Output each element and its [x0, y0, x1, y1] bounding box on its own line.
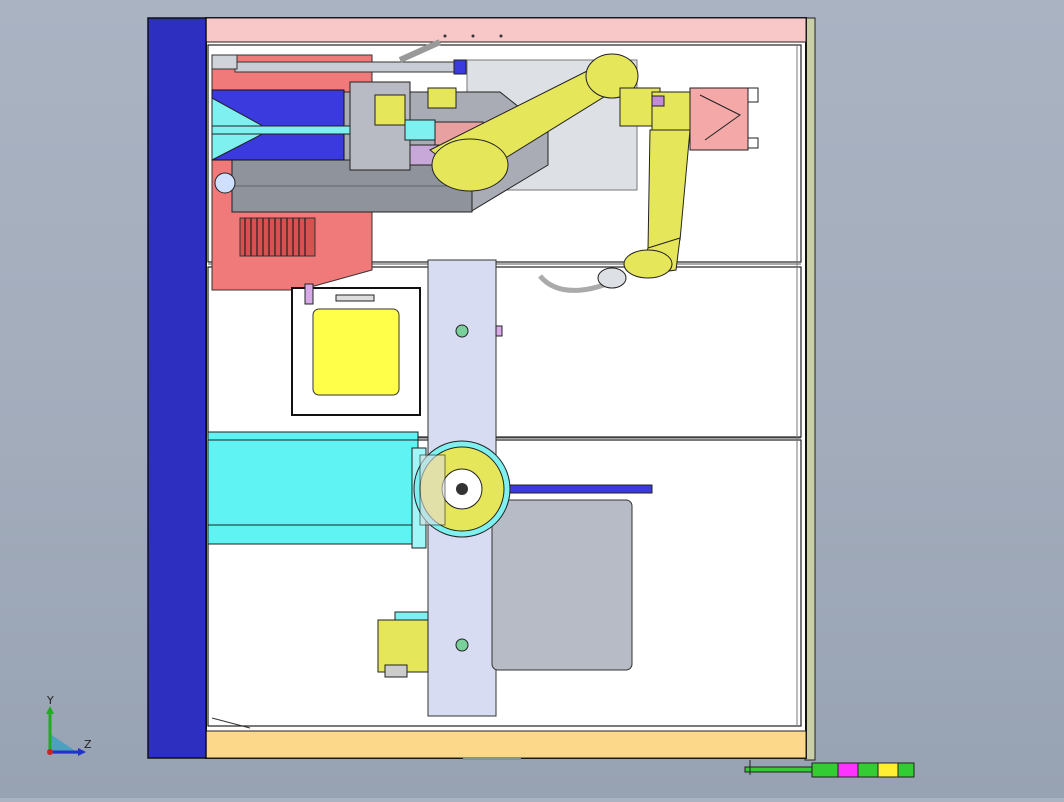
- tool-bracket: [427, 87, 457, 109]
- conveyor-tab: [495, 325, 503, 337]
- lower-motor: [377, 619, 429, 673]
- axis-y-label: Y: [47, 694, 54, 707]
- conveyor-roller: [455, 324, 469, 338]
- enclosure-bottom-band: [205, 730, 807, 759]
- top-duct-blue: [453, 59, 467, 75]
- control-panel-gray: [491, 499, 633, 671]
- lower-motor-cap: [384, 664, 408, 678]
- window-hinge: [304, 283, 314, 305]
- top-band-screw: [443, 34, 447, 38]
- bottom-band-foot: [463, 757, 521, 760]
- top-duct: [234, 61, 466, 73]
- top-band-screw: [471, 34, 475, 38]
- top-duct-small: [211, 54, 238, 70]
- stack-light-beacon: [744, 760, 915, 778]
- tool-bracket: [374, 94, 406, 126]
- cyan-guide-rail: [207, 431, 419, 545]
- rotary-table: [413, 440, 511, 538]
- rotary-shaft: [497, 484, 653, 494]
- cyan-arm: [211, 125, 351, 135]
- inspection-window-glass: [312, 308, 400, 396]
- tool-block-cyan: [404, 119, 436, 141]
- frame-left-rail: [147, 17, 207, 759]
- conveyor-roller: [455, 638, 469, 652]
- top-band-screw: [499, 34, 503, 38]
- axis-z-label: Z: [84, 738, 92, 751]
- cad-viewport[interactable]: Y Z: [0, 0, 1064, 798]
- window-latch: [335, 294, 375, 302]
- cad-scene[interactable]: [0, 0, 1064, 798]
- axis-triad: Y Z: [30, 694, 110, 764]
- robot-wrist: [597, 267, 627, 289]
- spindle-pivot-cap: [214, 172, 236, 194]
- robot-end-effector: [689, 87, 759, 151]
- enclosure-top-band: [205, 17, 807, 43]
